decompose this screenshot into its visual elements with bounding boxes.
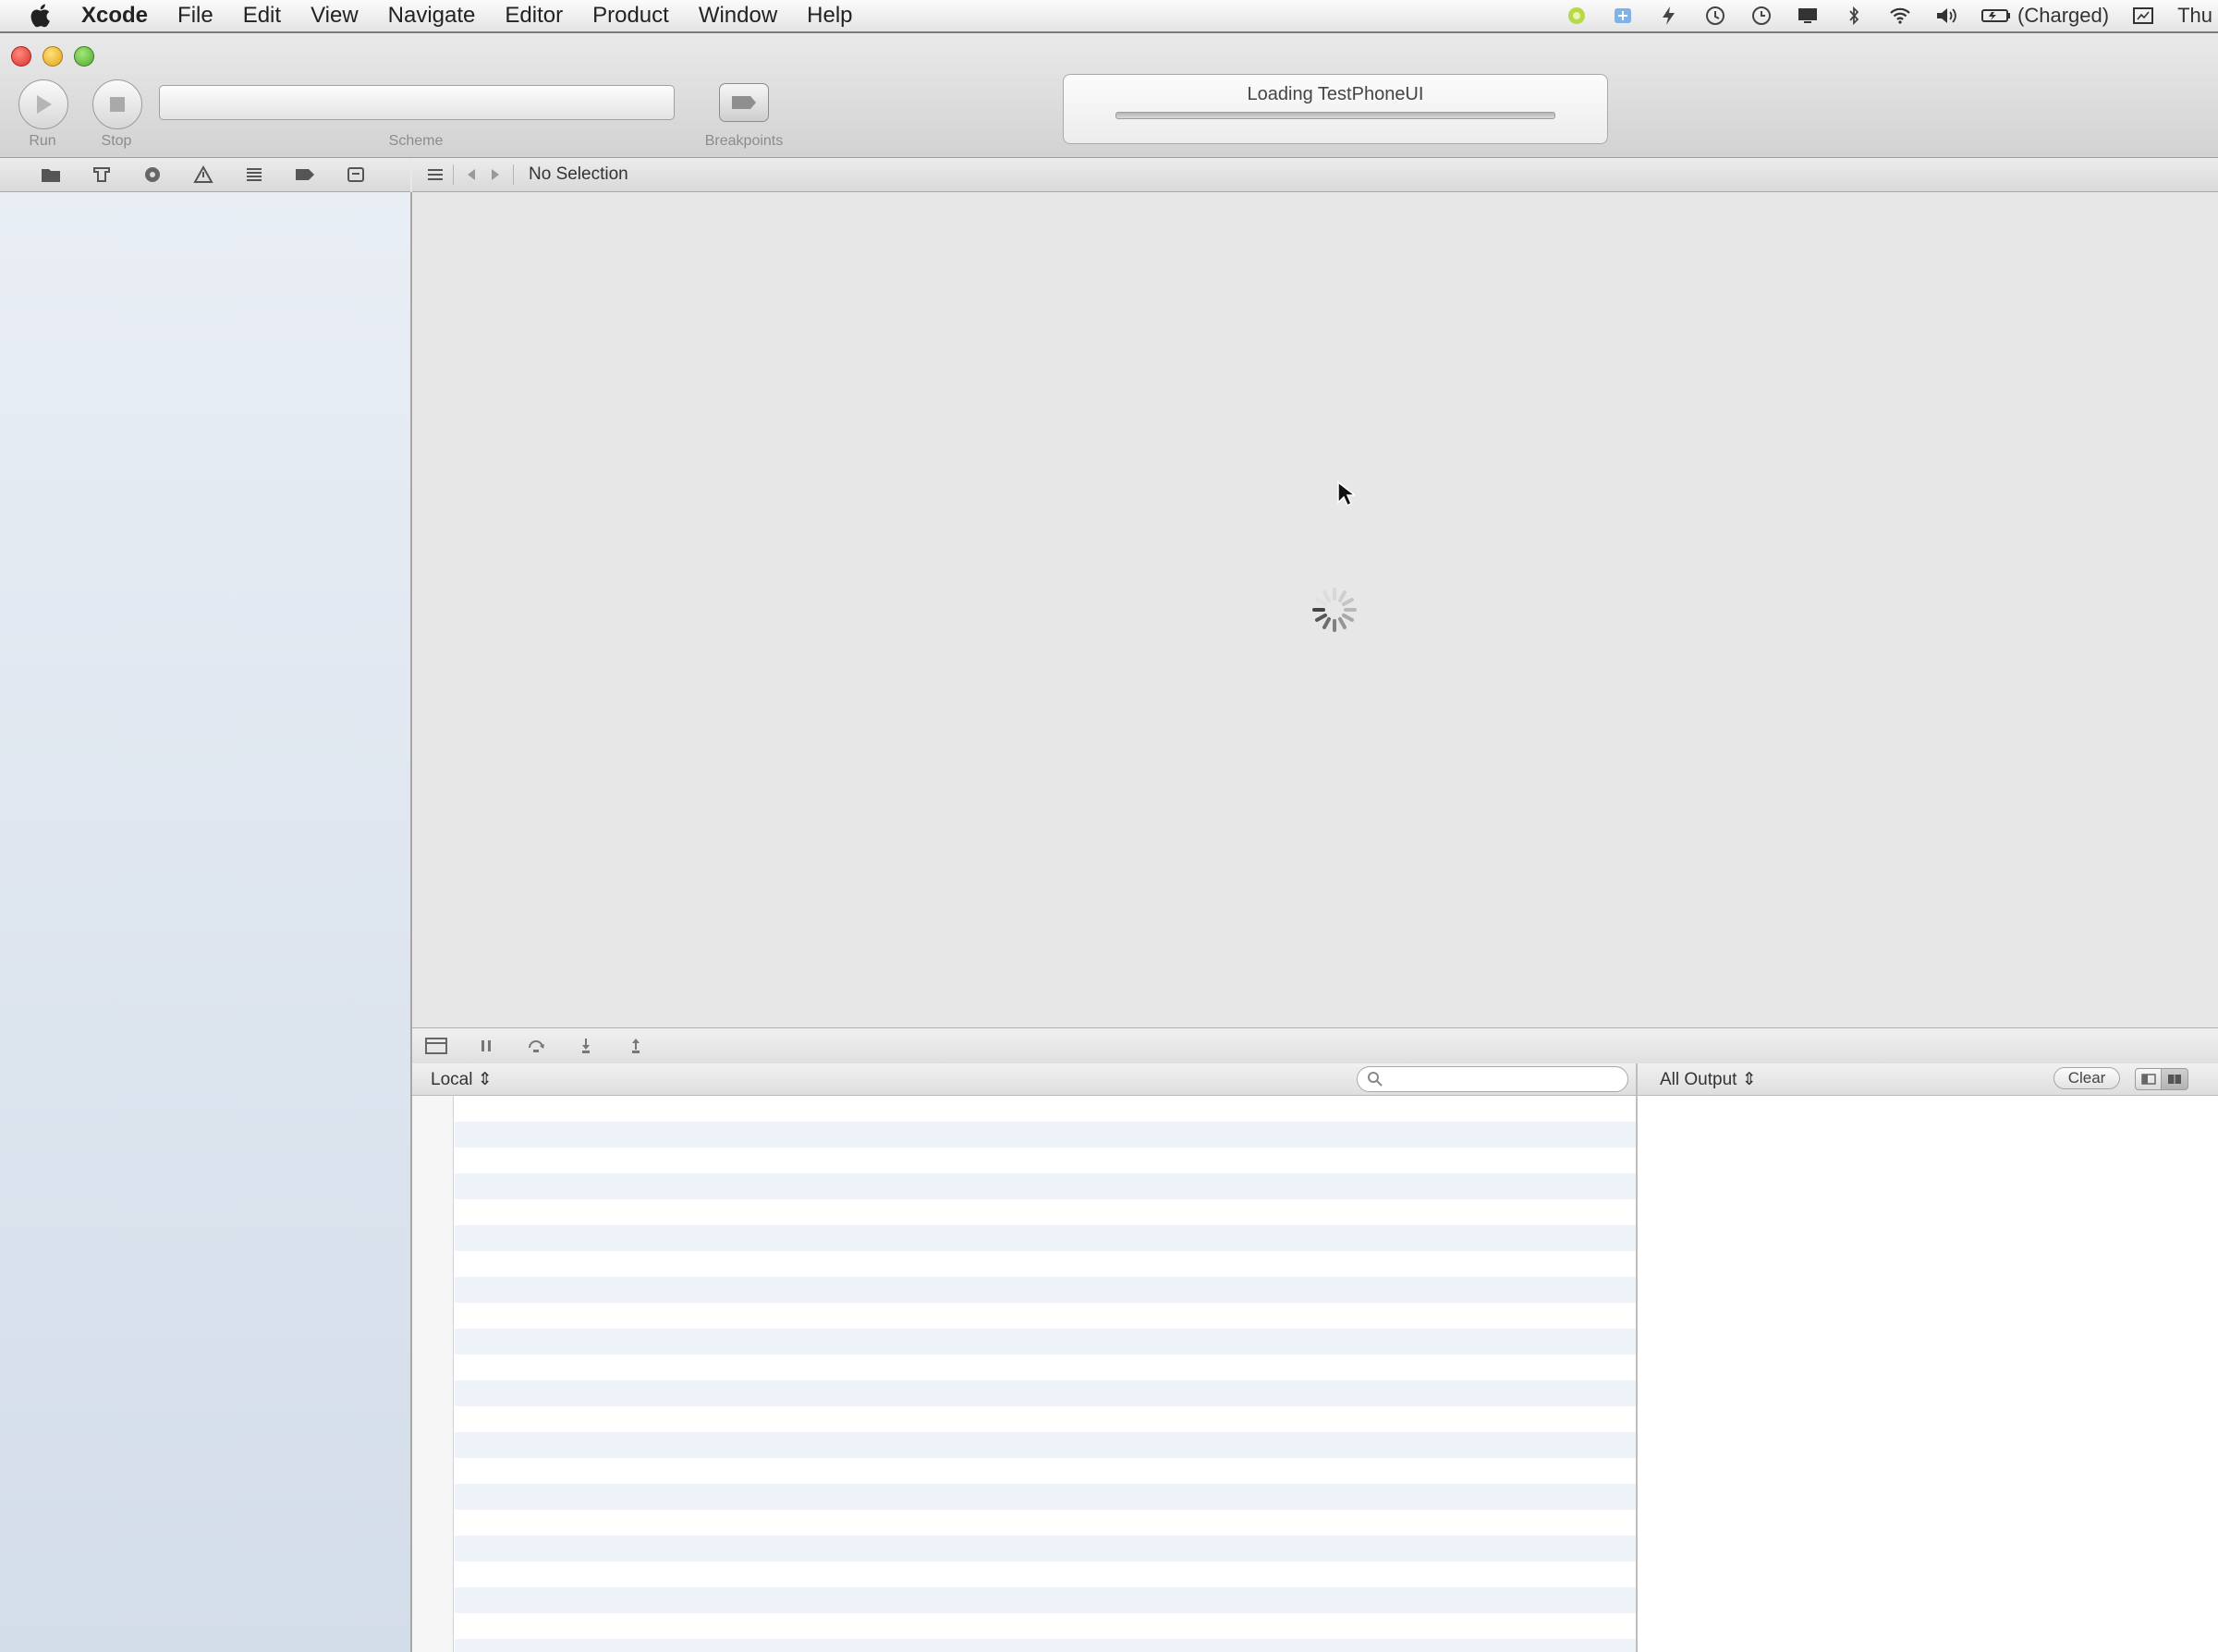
menu-product[interactable]: Product: [592, 3, 669, 29]
jump-bar: No Selection: [412, 158, 2218, 192]
forward-arrow-icon[interactable]: [483, 163, 507, 187]
stop-caption: Stop: [101, 133, 132, 149]
debug-navigator-icon[interactable]: [237, 163, 272, 187]
issue-navigator-icon[interactable]: [186, 163, 221, 187]
input-menu-icon[interactable]: [2131, 5, 2155, 27]
activity-progress-bar: [1115, 112, 1555, 119]
variables-gutter: [412, 1096, 454, 1652]
show-variables-view-toggle[interactable]: [2135, 1068, 2163, 1090]
lightning-icon[interactable]: [1657, 5, 1681, 27]
menu-view[interactable]: View: [311, 3, 359, 29]
status-menu-area: (Charged) Thu: [1542, 0, 2218, 31]
related-items-icon[interactable]: [423, 163, 447, 187]
variables-list[interactable]: [455, 1096, 1636, 1652]
window-toolbar: Run Stop Scheme Breakpoints Loading Test…: [0, 33, 2218, 158]
growl-icon[interactable]: [1565, 5, 1589, 27]
variables-scope-popup[interactable]: Local ⇕: [431, 1069, 493, 1090]
breakpoints-button[interactable]: [719, 83, 769, 122]
console-scope-bar: All Output ⇕ Clear: [1638, 1063, 2218, 1096]
wifi-icon[interactable]: [1888, 5, 1912, 27]
apple-menu-icon[interactable]: [28, 3, 52, 29]
run-caption: Run: [29, 133, 56, 149]
activity-status-text: Loading TestPhoneUI: [1247, 84, 1424, 104]
navigator-selector-bar: [0, 158, 410, 192]
menu-window[interactable]: Window: [699, 3, 777, 29]
volume-icon[interactable]: [1934, 5, 1958, 27]
navigator-pane: [0, 192, 412, 1652]
console-output-area[interactable]: [1638, 1096, 2218, 1652]
jump-bar-selection[interactable]: No Selection: [529, 164, 628, 185]
clear-console-button[interactable]: Clear: [2053, 1067, 2120, 1089]
menu-navigate[interactable]: Navigate: [388, 3, 476, 29]
menu-bar: Xcode File Edit View Navigate Editor Pro…: [0, 0, 2218, 33]
step-into-icon[interactable]: [571, 1033, 601, 1059]
time-machine-icon[interactable]: [1703, 5, 1727, 27]
variables-filter-field[interactable]: [1357, 1066, 1628, 1092]
loading-spinner-icon: [1312, 588, 1357, 632]
show-console-view-toggle[interactable]: [2161, 1068, 2188, 1090]
project-navigator-icon[interactable]: [33, 163, 68, 187]
zoom-window-button[interactable]: [74, 46, 94, 67]
clock-sync-icon[interactable]: [1749, 5, 1773, 27]
symbol-navigator-icon[interactable]: [84, 163, 119, 187]
step-over-icon[interactable]: [521, 1033, 551, 1059]
menu-editor[interactable]: Editor: [505, 3, 563, 29]
log-navigator-icon[interactable]: [338, 163, 373, 187]
variables-view: [412, 1096, 1636, 1652]
breakpoints-caption: Breakpoints: [704, 133, 784, 149]
variables-scope-bar: Local ⇕: [412, 1063, 1636, 1096]
scheme-selector[interactable]: [159, 85, 675, 120]
menu-edit[interactable]: Edit: [243, 3, 281, 29]
variables-filter-input[interactable]: [1391, 1069, 1616, 1089]
jump-bar-divider: [513, 164, 514, 185]
activity-viewer: Loading TestPhoneUI: [1063, 74, 1608, 144]
breakpoint-icon: [732, 96, 756, 109]
bluetooth-icon[interactable]: [1842, 5, 1866, 27]
close-window-button[interactable]: [11, 46, 31, 67]
step-out-icon[interactable]: [621, 1033, 651, 1059]
hide-debug-area-icon[interactable]: [421, 1033, 451, 1059]
debug-bar: [412, 1027, 2218, 1064]
display-icon[interactable]: [1796, 5, 1820, 27]
menu-clock[interactable]: Thu: [2177, 4, 2212, 28]
pause-icon[interactable]: [471, 1033, 501, 1059]
minimize-window-button[interactable]: [43, 46, 63, 67]
battery-status: (Charged): [2017, 4, 2110, 27]
mouse-pointer-icon: [1337, 480, 1355, 507]
run-button[interactable]: [18, 79, 68, 129]
search-navigator-icon[interactable]: [135, 163, 170, 187]
console-output-popup[interactable]: All Output ⇕: [1660, 1069, 1757, 1090]
play-icon: [37, 95, 52, 114]
breakpoint-navigator-icon[interactable]: [287, 163, 323, 187]
jump-bar-divider: [453, 164, 454, 185]
menu-xcode[interactable]: Xcode: [81, 3, 148, 29]
scheme-caption: Scheme: [388, 133, 444, 149]
back-arrow-icon[interactable]: [459, 163, 483, 187]
search-icon: [1368, 1072, 1383, 1087]
menu-help[interactable]: Help: [807, 3, 852, 29]
stop-button[interactable]: [92, 79, 142, 129]
finder-sync-icon[interactable]: [1611, 5, 1635, 27]
menu-file[interactable]: File: [177, 3, 213, 29]
battery-icon[interactable]: [1980, 5, 2012, 27]
stop-icon: [110, 97, 125, 112]
